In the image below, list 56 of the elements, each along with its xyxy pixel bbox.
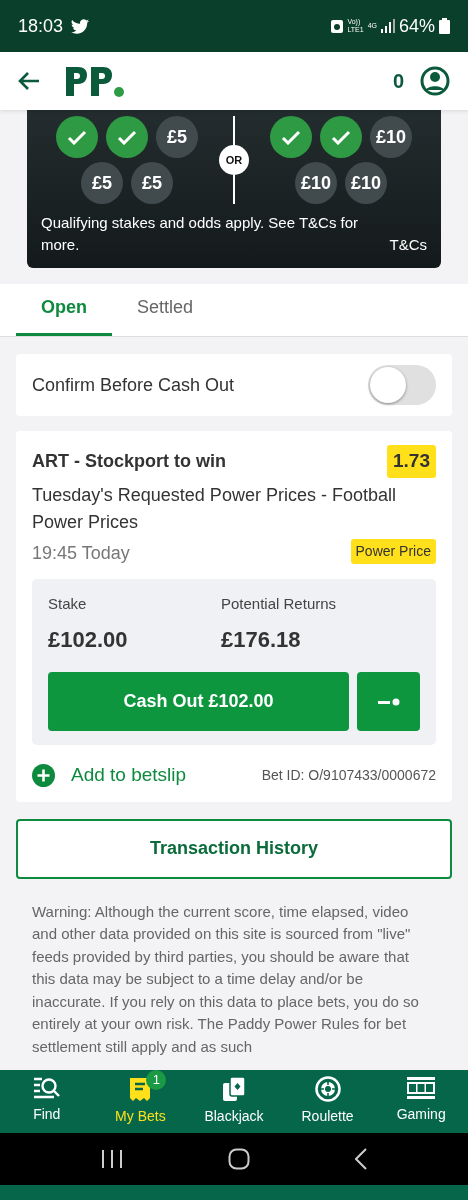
- signal-icon: [380, 19, 395, 33]
- stake-circle: £10: [370, 116, 412, 158]
- recents-icon[interactable]: [100, 1149, 123, 1169]
- stake-circle: £5: [81, 162, 123, 204]
- cards-icon: [222, 1076, 246, 1102]
- clock-time: 18:03: [18, 14, 64, 38]
- slider-icon: [377, 697, 400, 706]
- nav-tab[interactable]: Gaming: [374, 1070, 468, 1133]
- or-badge: OR: [219, 145, 249, 175]
- terms-link[interactable]: T&Cs: [389, 234, 427, 256]
- warning-text: Warning: Although the current score, time elapsed, video and other data provided on this site is sourced from "live" feeds provided by third parties, you should be aware that this data may be subject to a time delay and/or be inaccurate. If you rely on this data to place bets, you do so entirely at your own risk. The Paddy Power Rules for bet settlement still apply and as such: [31, 901, 420, 1057]
- cash-out-button[interactable]: Cash Out £102.00: [48, 672, 349, 731]
- power-price-badge: Power Price: [350, 538, 436, 564]
- confirm-label: Confirm Before Cash Out: [32, 373, 235, 397]
- check-icon: [320, 116, 362, 158]
- add-to-betslip-link[interactable]: Add to betslip: [32, 761, 187, 790]
- betslip-icon: [130, 1076, 151, 1102]
- back-arrow-icon[interactable]: [18, 72, 40, 90]
- tab[interactable]: Settled: [112, 284, 219, 336]
- back-icon[interactable]: [355, 1148, 368, 1170]
- account-icon[interactable]: [420, 66, 450, 96]
- count-badge: 1: [146, 1070, 167, 1090]
- stake-circle: £10: [345, 162, 387, 204]
- battery-percent: 64%: [398, 14, 435, 38]
- search-icon: [32, 1076, 61, 1100]
- balance: 0: [392, 69, 404, 94]
- nav-tab[interactable]: Blackjack: [187, 1070, 281, 1133]
- stake-circle: £5: [156, 116, 198, 158]
- nav-tab[interactable]: Roulette: [280, 1070, 375, 1133]
- plus-icon: [32, 763, 55, 787]
- promo-note: Qualifying stakes and odds apply. See T&Cs for more.: [41, 213, 360, 255]
- stake-circle: £5: [131, 162, 173, 204]
- bird-icon: [71, 18, 90, 34]
- selection-name: ART - Stockport to win: [32, 449, 226, 473]
- check-icon: [56, 116, 98, 158]
- check-icon: [270, 116, 312, 158]
- transaction-history-button[interactable]: Transaction History: [16, 818, 452, 879]
- stake-amount: £102.00: [48, 626, 129, 654]
- nav-tab[interactable]: Find: [0, 1070, 94, 1133]
- returns-label: Potential Returns: [221, 593, 337, 614]
- stake-label: Stake: [48, 593, 88, 614]
- bet-id: Bet ID: O/9107433/0000672: [261, 765, 436, 785]
- battery-icon: [439, 18, 450, 34]
- toggle-switch[interactable]: [368, 365, 436, 405]
- stake-circle: £10: [295, 162, 337, 204]
- odds-badge: 1.73: [387, 445, 436, 478]
- roulette-wheel-icon: [314, 1076, 341, 1102]
- check-icon: [106, 116, 148, 158]
- tab[interactable]: Open: [16, 284, 112, 336]
- home-icon[interactable]: [228, 1148, 250, 1170]
- recycle-icon: [331, 19, 344, 33]
- slot-machine-icon: [407, 1076, 436, 1100]
- market-name: Tuesday's Requested Power Prices - Football Power Prices: [32, 483, 397, 534]
- event-time: 19:45 Today: [32, 541, 130, 565]
- returns-amount: £176.18: [221, 626, 302, 654]
- nav-tab[interactable]: 1 My Bets: [93, 1070, 188, 1133]
